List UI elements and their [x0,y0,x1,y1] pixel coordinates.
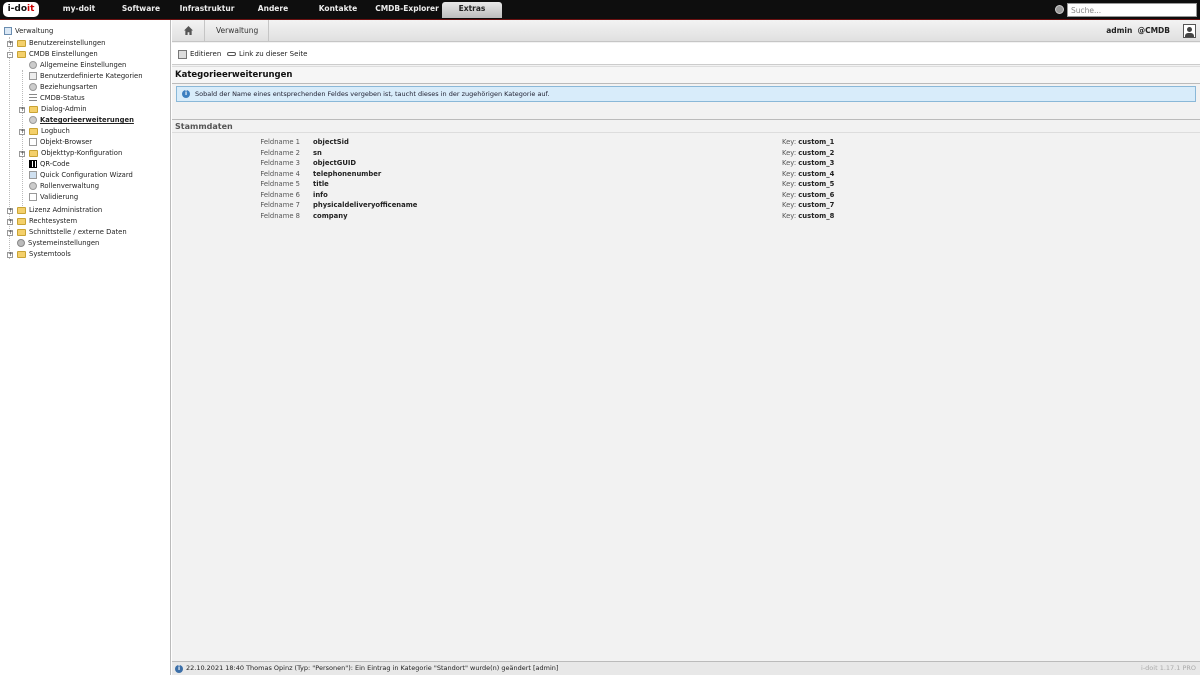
folder-icon [17,206,26,214]
breadcrumb-item[interactable]: Verwaltung [206,20,270,42]
page-title: Kategorieerweiterungen [172,66,1200,84]
field-row: Feldname 1 objectSid Key: custom_1 [260,138,835,146]
expand-icon[interactable]: + [7,219,13,225]
tenant-name: @CMDB [1137,26,1170,35]
edit-icon [178,49,187,59]
expand-icon[interactable]: + [7,208,13,214]
roles-icon [29,182,37,190]
expand-icon[interactable]: + [19,129,25,135]
tree-item-kategorieerweiterungen[interactable]: Kategorieerweiterungen [29,115,134,126]
tree-item-objekt-browser[interactable]: Objekt-Browser [29,137,92,148]
tree-item-quick-configuration-wizard[interactable]: Quick Configuration Wizard [29,170,133,181]
validation-icon [29,193,37,201]
collapse-icon[interactable]: - [7,52,13,58]
tree-item-systemtools[interactable]: Systemtools [17,249,71,260]
nav-kontakte[interactable]: Kontakte [304,0,372,19]
wizard-icon [29,171,37,179]
expand-icon[interactable]: + [19,151,25,157]
category-icon [29,72,37,80]
toolbar: Editieren Link zu dieser Seite [172,43,1200,65]
tree-item-qr-code[interactable]: QR-Code [29,159,70,170]
version-label: i-doit 1.17.1 PRO [1141,664,1196,672]
status-bar: i 22.10.2021 18:40 Thomas Opinz (Typ: "P… [172,661,1200,675]
user-name: admin [1106,26,1133,35]
expand-icon[interactable]: + [7,252,13,258]
top-navigation-bar: i-doit my-doit Software Infrastruktur An… [0,0,1200,19]
expand-icon[interactable]: + [7,230,13,236]
info-banner: i Sobald der Name eines entsprechenden F… [176,86,1196,102]
logo-text: i-do [7,4,28,14]
expand-icon[interactable]: + [19,107,25,113]
folder-icon [29,149,38,157]
section-header-stammdaten: Stammdaten [172,119,1200,133]
tree-item-benutzerdefinierte-kategorien[interactable]: Benutzerdefinierte Kategorien [29,71,143,82]
nav-andere[interactable]: Andere [242,0,304,19]
admin-icon [4,27,12,35]
folder-icon [29,127,38,135]
tree-item-validierung[interactable]: Validierung [29,192,78,203]
settings-icon [29,116,37,124]
info-icon: i [182,90,190,98]
field-row: Feldname 4 telephonenumber Key: custom_4 [260,169,835,178]
link-icon [227,52,236,56]
main-content: Verwaltung admin @CMDB Editieren Link zu… [172,20,1200,661]
tree-item-rollenverwaltung[interactable]: Rollenverwaltung [29,181,99,192]
field-row: Feldname 6 info Key: custom_6 [260,190,835,199]
field-row: Feldname 7 physicaldeliveryofficename Key:… [260,201,835,209]
tree-item-cmdb-status[interactable]: CMDB-Status [29,93,85,104]
tree-item-allgemeine-einstellungen[interactable]: Allgemeine Einstellungen [29,60,126,71]
breadcrumb: Verwaltung admin @CMDB [172,20,1200,42]
home-button[interactable] [172,20,205,42]
nav-infrastruktur[interactable]: Infrastruktur [172,0,242,19]
tree-item-schnittstelle[interactable]: Schnittstelle / externe Daten [17,227,127,238]
edit-button[interactable]: Editieren [178,43,221,65]
info-text: Sobald der Name eines entsprechenden Fel… [195,90,550,98]
search-input[interactable] [1067,3,1197,17]
folder-icon [29,105,38,113]
browser-icon [29,138,37,146]
field-row: Feldname 8 company Key: custom_8 [260,211,835,220]
nav-extras[interactable]: Extras [442,2,502,18]
nav-software[interactable]: Software [110,0,172,19]
list-icon [29,94,37,102]
tree-item-beziehungsarten[interactable]: Beziehungsarten [29,82,97,93]
tree-item-objekttyp-konfiguration[interactable]: Objekttyp-Konfiguration [29,148,122,159]
expand-icon[interactable]: + [7,41,13,47]
tree-root-verwaltung[interactable]: Verwaltung [4,26,53,37]
field-row: Feldname 2 sn Key: custom_2 [260,148,835,157]
folder-icon [17,228,26,236]
relation-icon [29,83,37,91]
user-icon[interactable] [1183,24,1196,38]
info-icon: i [175,665,183,673]
folder-icon [17,250,26,258]
folder-icon [17,39,26,47]
page-link-button[interactable]: Link zu dieser Seite [227,43,307,65]
user-info[interactable]: admin @CMDB [1106,20,1170,42]
idoit-logo[interactable]: i-doit [3,2,39,17]
logo-text-accent: it [27,4,35,14]
nav-my-doit[interactable]: my-doit [48,0,110,19]
field-row: Feldname 3 objectGUID Key: custom_3 [260,159,835,167]
tree-item-lizenz-administration[interactable]: Lizenz Administration [17,205,102,216]
tree-item-benutzereinstellungen[interactable]: Benutzereinstellungen [17,38,105,49]
field-row: Feldname 5 title Key: custom_5 [260,180,835,188]
tree-item-dialog-admin[interactable]: Dialog-Admin [29,104,87,115]
qr-code-icon [29,160,37,168]
tree-item-rechtesystem[interactable]: Rechtesystem [17,216,77,227]
sidebar-tree: Verwaltung + Benutzereinstellungen - CMD… [0,20,171,675]
language-globe-icon[interactable] [1055,5,1064,14]
nav-cmdb-explorer[interactable]: CMDB-Explorer [372,0,442,19]
settings-icon [29,61,37,69]
tree-item-logbuch[interactable]: Logbuch [29,126,70,137]
folder-icon [17,50,26,58]
home-icon [184,26,193,35]
folder-icon [17,217,26,225]
tree-item-systemeinstellungen[interactable]: Systemeinstellungen [17,238,99,249]
tree-item-cmdb-einstellungen[interactable]: CMDB Einstellungen [17,49,98,60]
system-settings-icon [17,239,25,247]
status-message[interactable]: 22.10.2021 18:40 Thomas Opinz (Typ: "Per… [186,664,558,672]
